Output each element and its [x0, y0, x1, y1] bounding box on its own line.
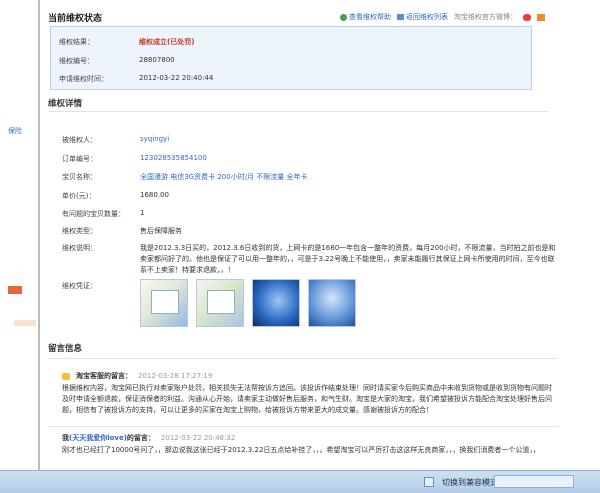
status-key: 申请维权时间： [59, 75, 108, 83]
left-panel: 保险 [0, 0, 40, 493]
help-link-label: 查看维权帮助 [349, 13, 391, 21]
message-body: 根据维权内容，淘宝网已执行对卖家账户处罚，相关损失无法帮按诉方追回。该投诉作结束… [62, 384, 552, 414]
message-time: 2012-03-22 20:48:32 [160, 434, 236, 442]
status-title: 当前维权状态 [48, 14, 103, 24]
order-number-link[interactable]: 123028535854100 [140, 154, 207, 164]
messages-title: 留言信息 [48, 344, 83, 354]
author-nickname[interactable]: (天天我爱你love) [69, 434, 127, 442]
message-author: 淘宝客服的留言： [76, 372, 132, 380]
message-body: 刚才也已经打了10000号问了，，那边说我这张已经于2012.3.22日五点给补… [62, 446, 540, 454]
detail-row: 维权凭证： [62, 281, 140, 291]
message-author: 我(天天我爱你love)的留言： [62, 433, 155, 443]
status-row-time: 申请维权时间： 2012-03-22 20:40:44 [59, 74, 213, 84]
status-row-result: 维权结果： 维权成立(已处罚) [59, 37, 194, 47]
rss-icon[interactable] [537, 13, 545, 21]
weibo-label: 淘宝维权官方微博： [454, 13, 517, 21]
problem-quantity: 1 [140, 209, 145, 217]
back-link[interactable]: 返回维权列表 [397, 12, 448, 22]
complaint-type: 售后保障服务 [140, 227, 182, 235]
complaint-description: 我是2012.3.3日买的，2012.3.6日收到的货，上网卡的是1680一年包… [140, 244, 556, 274]
detail-key: 有问题的宝贝数量： [62, 210, 125, 218]
status-key: 维权编号： [59, 57, 94, 65]
detail-row: 单价(元)： 1680.00 [62, 191, 169, 201]
detail-key: 单价(元)： [62, 192, 96, 200]
item-name-link[interactable]: 全国漫游 电信3G资费卡 200小时/月 不限流量 全年卡 [140, 172, 308, 182]
service-icon [62, 372, 70, 380]
detail-row: 维权说明： [62, 243, 140, 253]
detail-key: 维权说明： [62, 244, 97, 252]
detail-title: 维权详情 [48, 99, 83, 109]
browser-status-bar: 切换到兼容模式 [0, 470, 600, 493]
detail-row: 被维权人： syqingyi [62, 135, 169, 145]
sina-weibo-icon[interactable] [523, 13, 531, 21]
back-icon [397, 14, 404, 20]
message-header: 我(天天我爱你love)的留言： 2012-03-22 20:48:32 [62, 433, 235, 443]
status-result: 维权成立(已处罚) [139, 38, 195, 46]
main-content: 当前维权状态 查看维权帮助 返回维权列表 淘宝维权官方微博： 维权结果： 维权成… [40, 0, 600, 470]
help-icon [340, 13, 347, 21]
status-id: 28807800 [139, 56, 175, 64]
unit-price: 1680.00 [140, 191, 169, 199]
status-key: 维权结果： [59, 38, 94, 46]
evidence-thumbnails [140, 279, 356, 327]
detail-row: 宝贝名称： 全国漫游 电信3G资费卡 200小时/月 不限流量 全年卡 [62, 172, 308, 182]
status-links: 查看维权帮助 返回维权列表 淘宝维权官方微博： [340, 12, 545, 22]
compat-mode-icon[interactable] [424, 477, 434, 487]
status-row-id: 维权编号： 28807800 [59, 56, 175, 66]
thumbnail-window [207, 290, 235, 314]
help-link[interactable]: 查看维权帮助 [340, 12, 391, 22]
evidence-thumbnail[interactable] [252, 279, 300, 327]
compat-mode-label[interactable]: 切换到兼容模式 [442, 477, 498, 488]
detail-row: 订单编号： 123028535854100 [62, 154, 207, 164]
left-insurance-link[interactable]: 保险 [8, 126, 22, 136]
thumbnail-window [151, 290, 179, 314]
evidence-thumbnail[interactable] [196, 279, 244, 327]
author-suffix: 的留言： [126, 434, 155, 442]
evidence-thumbnail[interactable] [308, 279, 356, 327]
message-header: 淘宝客服的留言： 2012-03-28 17:27:19 [62, 371, 212, 381]
detail-key: 维权类型： [62, 227, 97, 235]
messages-divider [48, 358, 558, 359]
back-link-label: 返回维权列表 [406, 13, 448, 21]
left-highlight [14, 320, 36, 326]
detail-row: 有问题的宝贝数量： 1 [62, 209, 144, 219]
detail-key: 订单编号： [62, 155, 97, 163]
author-prefix: 我 [62, 434, 69, 442]
detail-row: 维权类型： 售后保障服务 [62, 226, 182, 236]
status-box: 维权结果： 维权成立(已处罚) 维权编号： 28807800 申请维权时间： 2… [50, 26, 532, 90]
respondent-link[interactable]: syqingyi [140, 135, 169, 145]
status-time: 2012-03-22 20:40:44 [139, 74, 214, 82]
detail-divider [48, 111, 548, 112]
detail-key: 维权凭证： [62, 282, 97, 290]
left-badge [8, 286, 22, 294]
zoom-control[interactable] [494, 475, 574, 488]
detail-key: 宝贝名称： [62, 173, 97, 181]
message-divider [48, 426, 558, 427]
detail-key: 被维权人： [62, 136, 97, 144]
message-time: 2012-03-28 17:27:19 [138, 372, 213, 380]
evidence-thumbnail[interactable] [140, 279, 188, 327]
